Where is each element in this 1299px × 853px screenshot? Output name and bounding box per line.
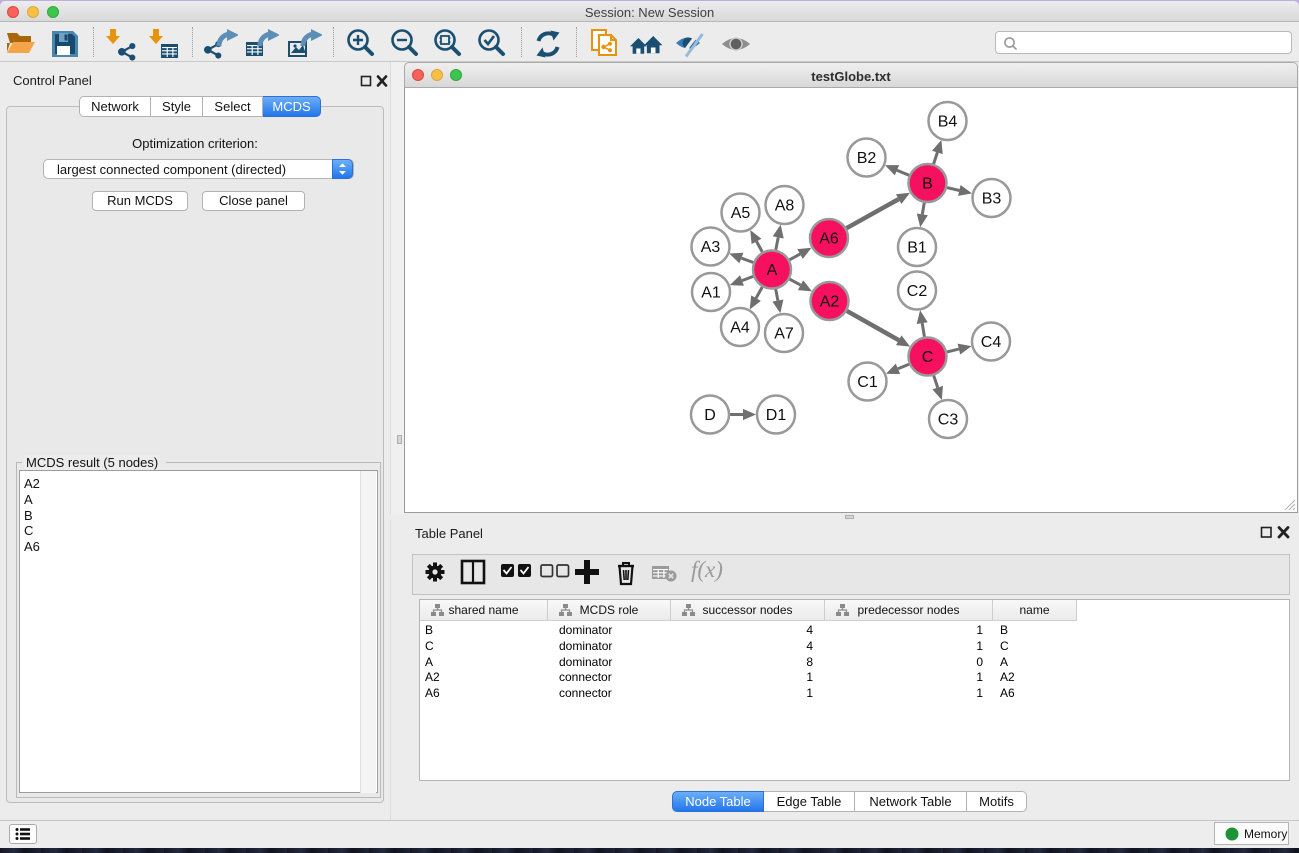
svg-text:C4: C4 bbox=[981, 334, 1002, 351]
svg-text:D: D bbox=[704, 407, 716, 424]
svg-text:A: A bbox=[767, 262, 778, 279]
svg-text:A1: A1 bbox=[701, 285, 721, 302]
svg-text:A3: A3 bbox=[701, 239, 721, 256]
svg-text:D1: D1 bbox=[766, 407, 787, 424]
svg-text:C3: C3 bbox=[938, 412, 959, 429]
svg-text:C: C bbox=[922, 349, 934, 366]
svg-text:B3: B3 bbox=[982, 191, 1002, 208]
svg-text:A6: A6 bbox=[819, 231, 839, 248]
svg-text:A7: A7 bbox=[774, 326, 794, 343]
svg-text:A4: A4 bbox=[730, 320, 750, 337]
svg-text:A2: A2 bbox=[820, 294, 840, 311]
svg-text:C1: C1 bbox=[857, 374, 878, 391]
svg-text:B: B bbox=[922, 176, 933, 193]
svg-text:B4: B4 bbox=[938, 114, 958, 131]
svg-text:C2: C2 bbox=[907, 283, 928, 300]
svg-text:A8: A8 bbox=[775, 198, 795, 215]
svg-text:B1: B1 bbox=[907, 240, 927, 257]
svg-text:B2: B2 bbox=[857, 150, 877, 167]
svg-text:A5: A5 bbox=[731, 205, 751, 222]
